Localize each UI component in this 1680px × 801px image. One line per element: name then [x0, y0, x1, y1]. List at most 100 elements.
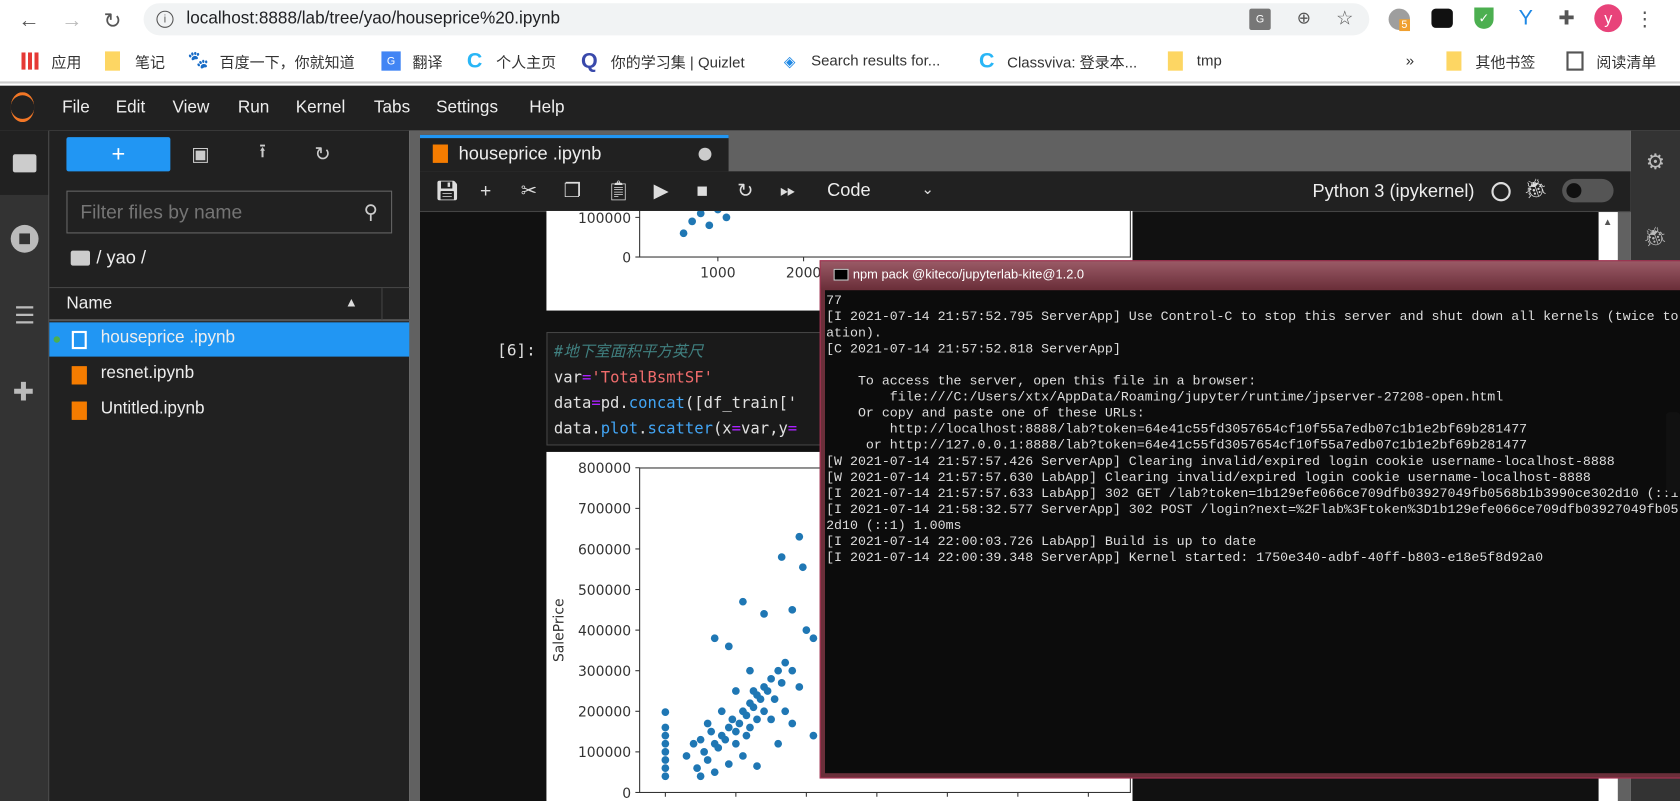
- bookmark-classviva[interactable]: Classviva: 登录本...: [1007, 51, 1137, 72]
- save-icon[interactable]: 💾︎: [435, 180, 459, 202]
- unsaved-dot-icon[interactable]: [698, 147, 712, 161]
- y-tick-label: 200000: [578, 705, 631, 721]
- paste-icon[interactable]: 📋︎: [606, 180, 630, 202]
- forward-icon[interactable]: →: [58, 6, 86, 34]
- scatter-point: [777, 553, 786, 561]
- code-token: =: [591, 395, 601, 413]
- reload-icon[interactable]: ↻: [99, 6, 127, 34]
- avatar[interactable]: y: [1594, 4, 1623, 33]
- code-token: data.: [553, 420, 601, 438]
- terminal-line: [W 2021-07-14 21:57:57.426 ServerApp] Cl…: [826, 454, 1615, 470]
- scatter-point: [717, 707, 726, 716]
- terminal-output[interactable]: 77 [I 2021-07-14 21:57:52.795 ServerApp] …: [825, 290, 1680, 774]
- more-icon[interactable]: ⋮: [1635, 6, 1654, 32]
- address-bar[interactable]: i localhost:8888/lab/tree/yao/houseprice…: [143, 3, 1370, 36]
- new-launcher-button[interactable]: +: [66, 137, 171, 172]
- property-inspector-gears-icon[interactable]: ⚙: [1641, 148, 1669, 176]
- code-token: data: [553, 395, 592, 413]
- cut-icon[interactable]: ✂: [521, 180, 537, 202]
- notebook-icon: [71, 330, 87, 350]
- url-text[interactable]: localhost:8888/lab/tree/yao/houseprice%2…: [186, 10, 560, 29]
- scatter-point: [756, 695, 765, 703]
- upload-icon[interactable]: ⭱: [251, 140, 275, 165]
- bookmark-notes[interactable]: 笔记: [135, 51, 165, 72]
- run-icon[interactable]: ▶: [654, 180, 669, 202]
- back-icon[interactable]: ←: [15, 6, 43, 34]
- scatter-point: [661, 708, 670, 716]
- kernel-name[interactable]: Python 3 (ipykernel): [1313, 181, 1475, 202]
- menu-tabs[interactable]: Tabs: [374, 99, 410, 118]
- activity-bar: ☰ ✚: [0, 130, 49, 801]
- debugger-toggle[interactable]: [1562, 178, 1614, 203]
- code-cell-editor[interactable]: #地下室面积平方英尺 var='TotalBsmtSF' data=pd.con…: [546, 331, 836, 446]
- copy-icon[interactable]: ❐: [564, 180, 581, 202]
- breadcrumb[interactable]: / yao /: [96, 247, 146, 268]
- zoom-icon[interactable]: ⊕: [1292, 6, 1316, 30]
- folder-icon: [1167, 51, 1183, 71]
- y-tick-label: 400000: [578, 623, 631, 639]
- menu-run[interactable]: Run: [238, 99, 269, 118]
- scatter-point: [735, 719, 744, 728]
- debugger-bug-icon[interactable]: 🐞︎: [1524, 178, 1548, 200]
- terminal-window[interactable]: npm pack @kiteco/jupyterlab-kite@1.2.0 7…: [819, 260, 1680, 779]
- quizlet-icon: Q: [580, 48, 598, 73]
- scatter-point: [795, 683, 804, 691]
- column-header-name[interactable]: Name ▲: [49, 287, 411, 322]
- code-token: scatter: [647, 420, 713, 438]
- bookmark-quizlet[interactable]: 你的学习集 | Quizlet: [611, 51, 745, 72]
- reading-list[interactable]: 阅读清单: [1596, 51, 1656, 72]
- menu-settings[interactable]: Settings: [436, 99, 498, 118]
- shield-icon[interactable]: ✓: [1474, 7, 1494, 29]
- code-token: =: [731, 420, 742, 438]
- star-icon[interactable]: ☆: [1333, 6, 1357, 30]
- menu-edit[interactable]: Edit: [116, 99, 146, 118]
- refresh-icon[interactable]: ↻: [311, 143, 335, 165]
- scatter-point: [809, 731, 818, 740]
- bookmark-other[interactable]: 其他书签: [1475, 51, 1535, 72]
- cell-type-select[interactable]: Code ⌄: [827, 178, 941, 206]
- tampermonkey-icon[interactable]: [1431, 8, 1453, 28]
- code-comment: #地下室面积平方英尺: [553, 343, 704, 361]
- bookmark-tmp[interactable]: tmp: [1197, 51, 1222, 68]
- toc-icon[interactable]: ☰: [11, 302, 39, 330]
- running-icon[interactable]: [10, 224, 39, 253]
- bookmark-baidu[interactable]: 百度一下，你就知道: [220, 51, 355, 72]
- translate-icon[interactable]: G: [1249, 8, 1271, 30]
- chevron-down-icon: ⌄: [921, 179, 935, 198]
- code-string: 'TotalBsmtSF': [591, 369, 713, 387]
- search-results-icon: ◈: [783, 51, 796, 70]
- menu-help[interactable]: Help: [529, 99, 564, 118]
- restart-icon[interactable]: ↻: [737, 180, 753, 202]
- menu-view[interactable]: View: [173, 99, 210, 118]
- menu-kernel[interactable]: Kernel: [296, 99, 346, 118]
- file-item[interactable]: resnet.ipynb: [49, 358, 410, 392]
- bookmark-search-results[interactable]: Search results for...: [811, 51, 940, 68]
- file-browser-tab[interactable]: [0, 130, 49, 195]
- y-tick-label: 0: [622, 250, 631, 266]
- terminal-title-bar[interactable]: npm pack @kiteco/jupyterlab-kite@1.2.0: [820, 261, 1680, 290]
- extension-icon[interactable]: 5: [1388, 8, 1411, 32]
- bookmark-apps[interactable]: 应用: [51, 51, 81, 72]
- info-icon[interactable]: i: [156, 10, 174, 28]
- scatter-point: [746, 666, 754, 675]
- scatter-point: [696, 772, 705, 781]
- bookmark-translate[interactable]: 翻译: [413, 51, 443, 72]
- filter-input-field[interactable]: [67, 191, 357, 233]
- run-all-icon[interactable]: ⏩︎: [780, 180, 795, 202]
- menu-file[interactable]: File: [62, 99, 90, 118]
- file-item[interactable]: Untitled.ipynb: [49, 393, 410, 427]
- file-item[interactable]: houseprice .ipynb: [49, 322, 411, 357]
- bookmark-homepage[interactable]: 个人主页: [496, 51, 556, 72]
- debugger-bug-icon[interactable]: 🐞︎: [1641, 223, 1669, 251]
- scatter-point: [739, 752, 747, 760]
- extensions-icon[interactable]: ✚: [9, 377, 39, 407]
- add-cell-icon[interactable]: +: [480, 180, 491, 202]
- vpn-icon[interactable]: Y: [1515, 6, 1536, 30]
- tab-houseprice[interactable]: houseprice .ipynb: [420, 134, 729, 172]
- stop-icon[interactable]: ■: [696, 180, 708, 202]
- bookmarks-overflow[interactable]: »: [1406, 51, 1414, 68]
- puzzle-icon[interactable]: ✚: [1556, 6, 1577, 30]
- new-folder-icon[interactable]: ▣: [189, 143, 213, 165]
- scatter-point: [703, 719, 712, 728]
- filter-input[interactable]: ⚲: [66, 190, 393, 234]
